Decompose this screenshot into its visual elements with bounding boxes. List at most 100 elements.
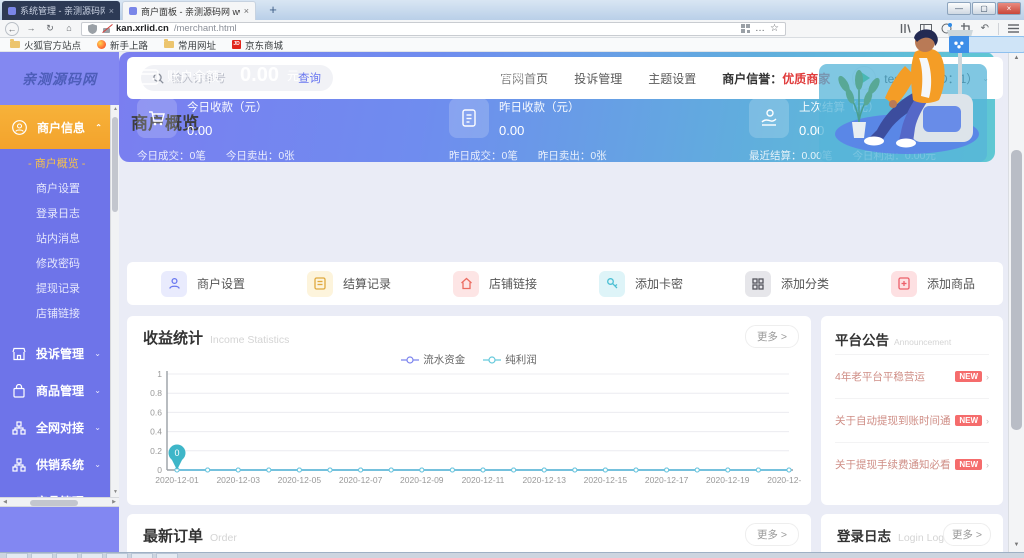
list-icon: [307, 271, 333, 297]
firefox-icon: [97, 40, 106, 49]
chevron-up-icon: ⌃: [95, 123, 102, 132]
url-path: /merchant.html: [174, 23, 237, 34]
window-maximize-button[interactable]: ▢: [972, 2, 996, 15]
svg-text:2020-12-13: 2020-12-13: [522, 475, 566, 485]
home-button[interactable]: ⌂: [62, 22, 76, 36]
chevron-down-icon: ⌄: [94, 423, 101, 432]
sitemap-icon: [12, 458, 26, 472]
window-close-button[interactable]: ×: [997, 2, 1021, 15]
windows-taskbar[interactable]: [0, 552, 1024, 558]
tab-title: 系统管理 - 亲测源码网 www.q: [20, 4, 105, 17]
legend-item-flow[interactable]: 流水资金: [401, 352, 465, 367]
balance-value: 0.00: [240, 64, 279, 87]
reload-button[interactable]: ↻: [43, 22, 57, 36]
download-float-widget[interactable]: [949, 36, 1024, 53]
sidebar-group-merchant-info[interactable]: 商户信息 ⌃: [0, 105, 110, 149]
nav-complaint-mgmt[interactable]: 投诉管理: [574, 70, 622, 87]
menu-hamburger-icon[interactable]: [1008, 24, 1019, 33]
sidebar-item-site-messages[interactable]: 站内消息: [0, 227, 110, 252]
chevron-down-icon: ⌄: [94, 460, 101, 469]
stat-today-sub: 今日成交：0笔今日卖出：0张: [137, 148, 295, 163]
bookmark-item[interactable]: 常用网址: [164, 38, 216, 52]
key-icon: [599, 271, 625, 297]
bookmark-item[interactable]: JD京东商城: [232, 38, 283, 52]
income-line-chart[interactable]: 00.20.40.60.812020-12-012020-12-032020-1…: [135, 368, 801, 500]
new-badge: NEW: [955, 371, 982, 382]
announcement-item[interactable]: 关于自动提现到账时间通知必看 NEW ›: [835, 398, 989, 442]
netdisk-icon[interactable]: [949, 36, 969, 53]
sidebar-item-login-log[interactable]: 登录日志: [0, 202, 110, 227]
chevron-right-icon: ›: [986, 460, 989, 470]
sidebar-group-label: 商户信息: [37, 119, 85, 136]
new-badge: NEW: [955, 415, 982, 426]
page-actions-icon[interactable]: …: [755, 23, 765, 34]
scroll-down-arrow[interactable]: ▼: [1009, 539, 1024, 552]
login-log-more-button[interactable]: 更多 >: [943, 523, 991, 546]
announcement-item[interactable]: 关于提现手续费通知必看 NEW ›: [835, 442, 989, 486]
svg-text:2020-12-03: 2020-12-03: [216, 475, 260, 485]
stat-today-income: 今日收款（元）0.00: [137, 98, 268, 140]
scroll-up-arrow[interactable]: ▲: [1009, 52, 1024, 65]
sidebar-vertical-scrollbar[interactable]: ▲ ▼: [110, 105, 119, 497]
forward-button[interactable]: →: [24, 22, 38, 36]
tracking-shield-icon[interactable]: [88, 24, 97, 34]
browser-tabstrip: 系统管理 - 亲测源码网 www.q × 商户面板 - 亲测源码网 www.q …: [0, 0, 1024, 20]
action-settlement-records[interactable]: 结算记录: [273, 271, 419, 297]
scrollbar-thumb[interactable]: [30, 500, 78, 506]
folder-icon: [164, 41, 174, 48]
action-shop-link[interactable]: 店铺链接: [419, 271, 565, 297]
sidebar-item-withdraw-records[interactable]: 提现记录: [0, 277, 110, 302]
sidebar-group-complaints[interactable]: 投诉管理⌄: [0, 335, 110, 372]
sidebar-group-supply[interactable]: 供销系统⌄: [0, 446, 110, 483]
merchant-reputation: 商户信誉：优质商家: [722, 70, 830, 87]
page-vertical-scrollbar[interactable]: ▲ ▼: [1008, 52, 1024, 552]
tab-favicon: [129, 7, 137, 15]
sidebar-group-products[interactable]: 商品管理⌄: [0, 372, 110, 409]
svg-text:0: 0: [174, 448, 179, 458]
sidebar-horizontal-scrollbar[interactable]: ◀ ▶: [0, 497, 119, 507]
new-tab-button[interactable]: +: [260, 2, 286, 19]
svg-text:2020-12-09: 2020-12-09: [400, 475, 444, 485]
orders-more-button[interactable]: 更多 >: [745, 523, 799, 546]
window-minimize-button[interactable]: —: [947, 2, 971, 15]
tab-favicon: [8, 7, 16, 15]
insecure-lock-icon[interactable]: [102, 24, 111, 34]
svg-text:0.6: 0.6: [150, 407, 162, 417]
nav-theme-settings[interactable]: 主题设置: [648, 70, 696, 87]
announcement-item[interactable]: 4年老平台平稳营运 NEW ›: [835, 354, 989, 398]
action-add-card-key[interactable]: 添加卡密: [565, 271, 711, 297]
browser-tab-inactive[interactable]: 系统管理 - 亲测源码网 www.q ×: [2, 1, 120, 20]
svg-text:2020-12-19: 2020-12-19: [706, 475, 750, 485]
tab-close-icon[interactable]: ×: [109, 6, 114, 16]
new-badge: NEW: [955, 459, 982, 470]
scrollbar-thumb[interactable]: [1011, 150, 1022, 430]
svg-text:2020-12-17: 2020-12-17: [645, 475, 689, 485]
income-statistics-card: 收益统计 Income Statistics 更多 > 流水资金 纯利润 00.…: [127, 316, 811, 505]
float-widget-field[interactable]: [969, 36, 1024, 53]
sidebar-item-change-password[interactable]: 修改密码: [0, 252, 110, 277]
sidebar-item-shop-link[interactable]: 店铺链接: [0, 302, 110, 327]
announcements-subtitle: Announcement: [894, 337, 951, 347]
scrollbar-thumb[interactable]: [112, 117, 118, 212]
browser-tab-active[interactable]: 商户面板 - 亲测源码网 www.q ×: [122, 1, 256, 20]
legend-item-profit[interactable]: 纯利润: [483, 352, 537, 367]
chart-more-button[interactable]: 更多 >: [745, 325, 799, 348]
orders-subtitle: Order: [210, 532, 237, 544]
action-add-category[interactable]: 添加分类: [711, 271, 857, 297]
back-button[interactable]: ←: [5, 22, 19, 36]
sidebar-item-merchant-settings[interactable]: 商户设置: [0, 177, 110, 202]
person-icon: [161, 271, 187, 297]
url-bar[interactable]: kan.xrlid.cn/merchant.html … ☆: [81, 22, 786, 36]
action-add-product[interactable]: 添加商品: [857, 271, 1003, 297]
grid-icon: [745, 271, 771, 297]
action-merchant-settings[interactable]: 商户设置: [127, 271, 273, 297]
svg-text:0.8: 0.8: [150, 388, 162, 398]
sidebar-group-network[interactable]: 全网对接⌄: [0, 409, 110, 446]
bookmark-star-icon[interactable]: ☆: [770, 23, 779, 34]
bookmark-item[interactable]: 火狐官方站点: [10, 38, 81, 52]
tab-close-icon[interactable]: ×: [244, 6, 249, 16]
main-content: 输入订单号 查询 官网首页 投诉管理 主题设置 商户信誉：优质商家 test00…: [119, 52, 1008, 552]
sidebar-item-overview[interactable]: - 商户概览 -: [0, 152, 110, 177]
qr-page-action-icon[interactable]: [741, 24, 750, 33]
bookmark-item[interactable]: 新手上路: [97, 38, 148, 52]
